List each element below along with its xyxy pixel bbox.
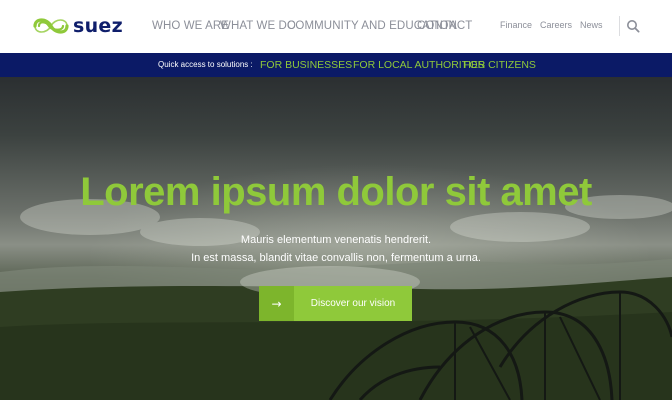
- hero-title: Lorem ipsum dolor sit amet: [80, 170, 592, 214]
- quick-link-businesses[interactable]: FOR BUSINESSES: [260, 59, 352, 71]
- nav-what-we-do[interactable]: WHAT WE DO: [220, 20, 296, 32]
- search-icon[interactable]: [626, 18, 640, 33]
- logo-wordmark: suez: [73, 15, 123, 37]
- quick-access-label: Quick access to solutions :: [158, 60, 253, 69]
- discover-vision-button[interactable]: → Discover our vision: [259, 286, 412, 321]
- cta-label: Discover our vision: [310, 298, 396, 309]
- header-divider: [619, 16, 620, 36]
- quick-access-bar: Quick access to solutions : FOR BUSINESS…: [0, 53, 672, 77]
- util-link-finance[interactable]: Finance: [500, 20, 532, 30]
- arrow-right-icon: →: [259, 286, 294, 321]
- suez-swirl-icon: [33, 18, 69, 34]
- hero-subtitle-line2: In est massa, blandit vitae convallis no…: [191, 252, 481, 264]
- nav-who-we-are[interactable]: WHO WE ARE: [152, 20, 229, 32]
- quick-link-citizens[interactable]: FOR CITIZENS: [463, 59, 536, 71]
- suez-logo[interactable]: suez: [31, 12, 131, 40]
- hero-banner: Lorem ipsum dolor sit amet Mauris elemen…: [0, 77, 672, 400]
- site-header: suez WHO WE ARE WHAT WE DO COMMUNITY AND…: [0, 0, 672, 53]
- hero-subtitle-line1: Mauris elementum venenatis hendrerit.: [240, 234, 432, 246]
- util-link-careers[interactable]: Careers: [540, 20, 572, 30]
- nav-contact[interactable]: CONTACT: [417, 20, 472, 32]
- util-link-news[interactable]: News: [580, 20, 603, 30]
